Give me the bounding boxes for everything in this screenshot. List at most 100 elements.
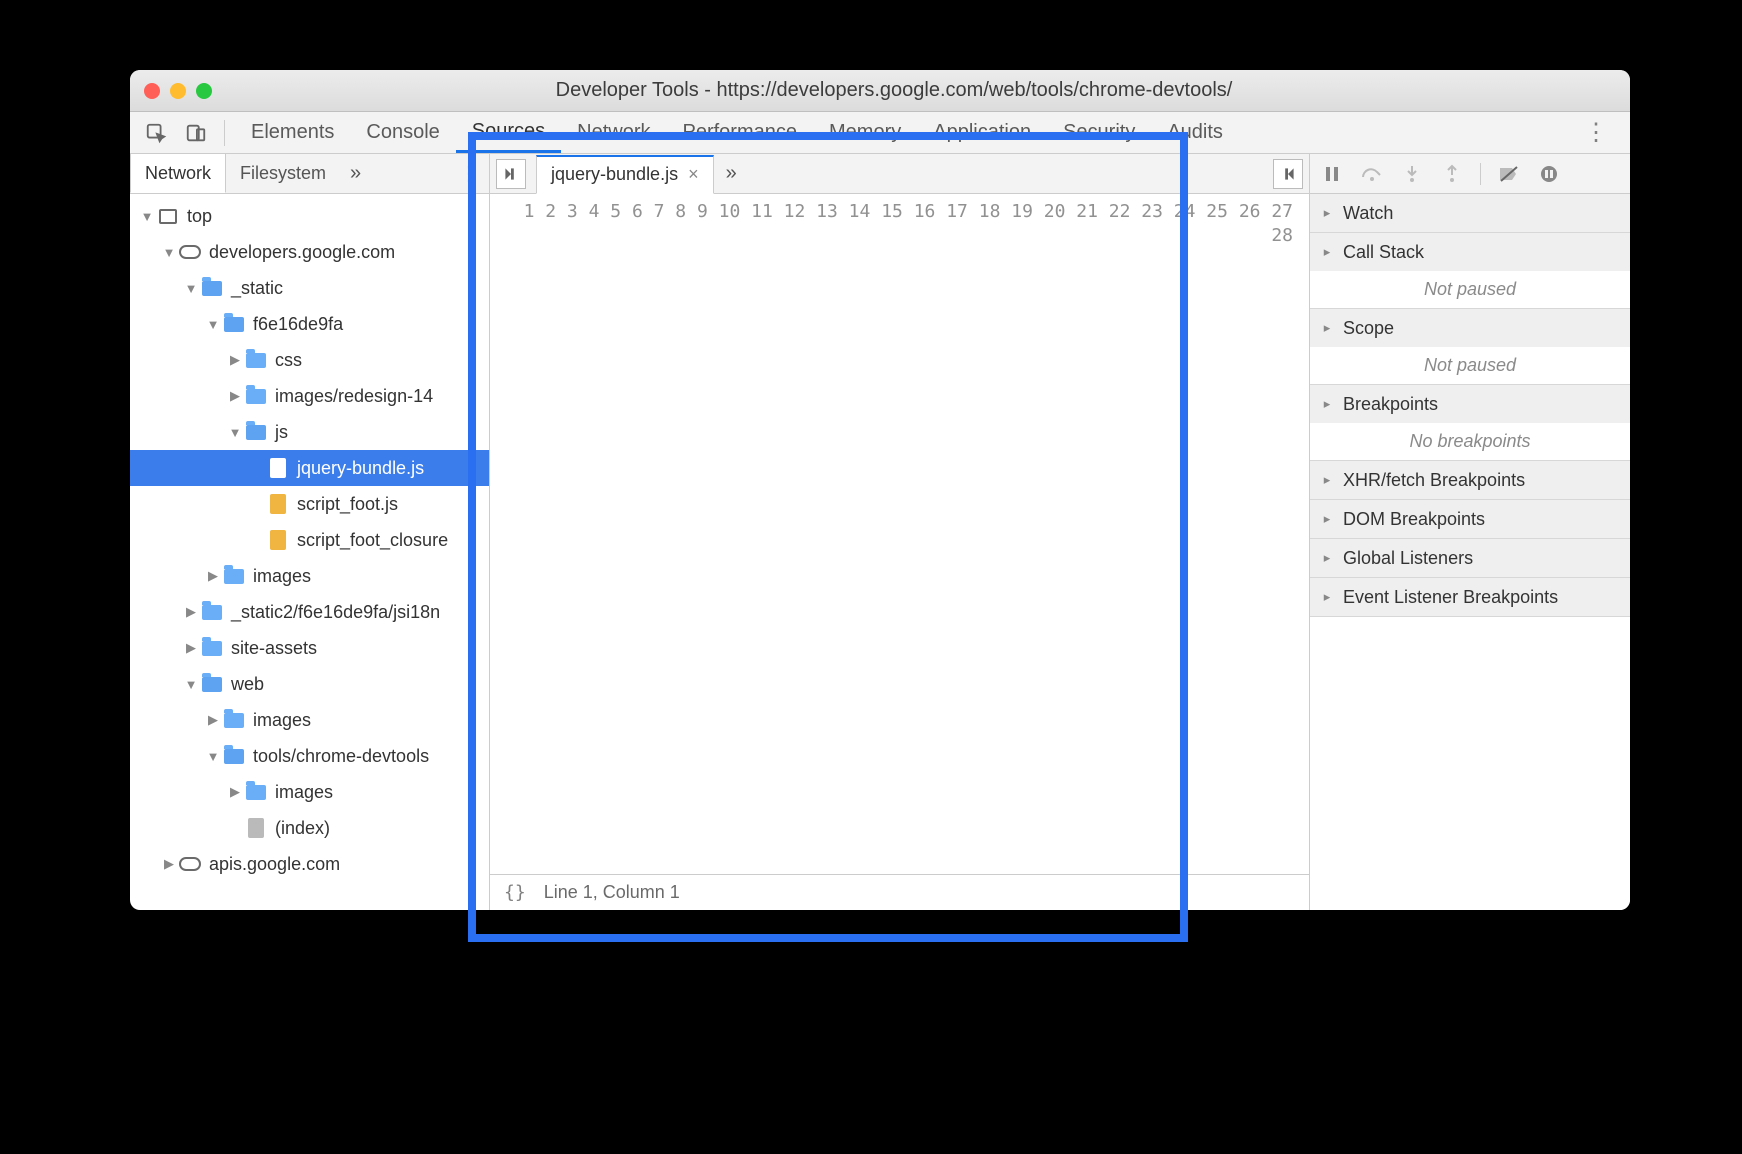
debugger-section-header[interactable]: ▸Watch bbox=[1310, 194, 1630, 232]
tree-row[interactable]: ▶ apis.google.com bbox=[130, 846, 489, 882]
editor-tab-label: jquery-bundle.js bbox=[551, 164, 678, 185]
panel-tab-elements[interactable]: Elements bbox=[235, 112, 350, 153]
pause-on-exceptions-icon[interactable] bbox=[1537, 162, 1561, 186]
step-into-icon[interactable] bbox=[1400, 162, 1424, 186]
expander-icon[interactable]: ▶ bbox=[228, 352, 242, 368]
navigator-more-tabs-icon[interactable]: » bbox=[340, 162, 371, 185]
expander-icon[interactable]: ▶ bbox=[184, 604, 198, 620]
debugger-toolbar bbox=[1310, 154, 1630, 194]
expander-icon[interactable]: ▼ bbox=[184, 281, 198, 296]
deactivate-breakpoints-icon[interactable] bbox=[1497, 162, 1521, 186]
devtools-menu-icon[interactable]: ⋮ bbox=[1570, 118, 1622, 147]
debugger-section-header[interactable]: ▸Call Stack bbox=[1310, 233, 1630, 271]
tree-row[interactable]: ▼developers.google.com bbox=[130, 234, 489, 270]
minimize-window-icon[interactable] bbox=[170, 83, 186, 99]
expander-icon[interactable]: ▶ bbox=[228, 388, 242, 404]
panel-tab-sources[interactable]: Sources bbox=[456, 112, 561, 153]
tree-row[interactable]: ▼tools/chrome-devtools bbox=[130, 738, 489, 774]
expander-icon[interactable]: ▼ bbox=[206, 317, 220, 332]
close-tab-icon[interactable]: × bbox=[688, 164, 699, 185]
debugger-section: ▸Global Listeners bbox=[1310, 539, 1630, 578]
navigator-tab-filesystem[interactable]: Filesystem bbox=[226, 154, 340, 193]
line-gutter: 1 2 3 4 5 6 7 8 9 10 11 12 13 14 15 16 1… bbox=[490, 194, 1303, 874]
debugger-section-header[interactable]: ▸XHR/fetch Breakpoints bbox=[1310, 461, 1630, 499]
divider bbox=[1480, 163, 1481, 185]
panel-tab-audits[interactable]: Audits bbox=[1151, 112, 1239, 153]
debugger-section-header[interactable]: ▸Global Listeners bbox=[1310, 539, 1630, 577]
device-toolbar-icon[interactable] bbox=[178, 117, 214, 149]
inspect-element-icon[interactable] bbox=[138, 117, 174, 149]
editor-tab[interactable]: jquery-bundle.js × bbox=[536, 155, 714, 194]
panel-tab-performance[interactable]: Performance bbox=[667, 112, 814, 153]
devtools-window: Developer Tools - https://developers.goo… bbox=[130, 70, 1630, 910]
tree-row[interactable]: ▶images bbox=[130, 558, 489, 594]
step-over-icon[interactable] bbox=[1360, 162, 1384, 186]
code-editor[interactable]: 1 2 3 4 5 6 7 8 9 10 11 12 13 14 15 16 1… bbox=[490, 194, 1309, 874]
expander-icon[interactable]: ▶ bbox=[228, 784, 242, 800]
editor-nav-prev-icon[interactable] bbox=[496, 159, 526, 189]
tree-row[interactable]: ▶ site-assets bbox=[130, 630, 489, 666]
tree-row[interactable]: ▶images/redesign-14 bbox=[130, 378, 489, 414]
editor-nav-next-icon[interactable] bbox=[1273, 159, 1303, 189]
tree-row[interactable]: ▼ top bbox=[130, 198, 489, 234]
tree-label: top bbox=[187, 206, 212, 227]
tree-label: site-assets bbox=[231, 638, 317, 659]
expander-icon[interactable]: ▼ bbox=[184, 677, 198, 692]
tree-label: images bbox=[253, 710, 311, 731]
tree-row[interactable]: ▶images bbox=[130, 774, 489, 810]
tree-row[interactable]: ▼f6e16de9fa bbox=[130, 306, 489, 342]
titlebar: Developer Tools - https://developers.goo… bbox=[130, 70, 1630, 112]
expander-icon[interactable]: ▼ bbox=[206, 749, 220, 764]
editor-more-tabs-icon[interactable]: » bbox=[714, 162, 749, 185]
expander-icon[interactable]: ▶ bbox=[206, 712, 220, 728]
pause-resume-icon[interactable] bbox=[1320, 162, 1344, 186]
tree-row[interactable]: jquery-bundle.js bbox=[130, 450, 489, 486]
navigator-menu-icon[interactable]: ⋮ bbox=[449, 161, 489, 186]
debugger-section-header[interactable]: ▸Scope bbox=[1310, 309, 1630, 347]
panel-tab-security[interactable]: Security bbox=[1047, 112, 1151, 153]
panel-tab-memory[interactable]: Memory bbox=[813, 112, 917, 153]
tree-label: js bbox=[275, 422, 288, 443]
debugger-section: ▸Call StackNot paused bbox=[1310, 233, 1630, 309]
expander-icon[interactable]: ▶ bbox=[184, 640, 198, 656]
tree-row[interactable]: ▼ js bbox=[130, 414, 489, 450]
debugger-section-header[interactable]: ▸DOM Breakpoints bbox=[1310, 500, 1630, 538]
editor-statusbar: {} Line 1, Column 1 bbox=[490, 874, 1309, 910]
tree-row[interactable]: ▼_static bbox=[130, 270, 489, 306]
expander-icon[interactable]: ▶ bbox=[206, 568, 220, 584]
tree-row[interactable]: ▼web bbox=[130, 666, 489, 702]
tree-row[interactable]: ▶ images bbox=[130, 702, 489, 738]
code-content[interactable]: //third_party/javascript/jquery2/jquery2… bbox=[1303, 194, 1309, 874]
expander-icon[interactable]: ▼ bbox=[140, 209, 154, 224]
file-tree[interactable]: ▼ top ▼developers.google.com▼_static▼f6e16… bbox=[130, 194, 489, 910]
debugger-section: ▸Watch bbox=[1310, 194, 1630, 233]
tree-row[interactable]: script_foot.js bbox=[130, 486, 489, 522]
navigator-tab-network[interactable]: Network bbox=[130, 154, 226, 193]
tree-label: apis.google.com bbox=[209, 854, 340, 875]
debugger-section: ▸DOM Breakpoints bbox=[1310, 500, 1630, 539]
tree-row[interactable]: script_foot_closure bbox=[130, 522, 489, 558]
panel-tab-application[interactable]: Application bbox=[917, 112, 1047, 153]
expander-icon[interactable]: ▼ bbox=[228, 425, 242, 440]
tree-row[interactable]: (index) bbox=[130, 810, 489, 846]
debugger-section-body: No breakpoints bbox=[1310, 423, 1630, 460]
expander-icon[interactable]: ▼ bbox=[162, 245, 176, 260]
panel-tab-network[interactable]: Network bbox=[561, 112, 666, 153]
debugger-section-header[interactable]: ▸Breakpoints bbox=[1310, 385, 1630, 423]
navigator-pane: NetworkFilesystem » ⋮ ▼ top ▼developers.go… bbox=[130, 154, 490, 910]
expander-icon[interactable]: ▶ bbox=[162, 856, 176, 872]
navigator-tabs: NetworkFilesystem » ⋮ bbox=[130, 154, 489, 194]
tree-label: script_foot.js bbox=[297, 494, 398, 515]
tree-label: _static2/f6e16de9fa/jsi18n bbox=[231, 602, 440, 623]
tree-row[interactable]: ▶ _static2/f6e16de9fa/jsi18n bbox=[130, 594, 489, 630]
pretty-print-icon[interactable]: {} bbox=[504, 882, 526, 903]
debugger-section-header[interactable]: ▸Event Listener Breakpoints bbox=[1310, 578, 1630, 616]
chevron-icon: ▸ bbox=[1320, 320, 1334, 336]
panel-tab-console[interactable]: Console bbox=[350, 112, 455, 153]
zoom-window-icon[interactable] bbox=[196, 83, 212, 99]
chevron-icon: ▸ bbox=[1320, 244, 1334, 260]
tree-row[interactable]: ▶css bbox=[130, 342, 489, 378]
devtools-panel-tabs: ElementsConsoleSourcesNetworkPerformance… bbox=[130, 112, 1630, 154]
step-out-icon[interactable] bbox=[1440, 162, 1464, 186]
close-window-icon[interactable] bbox=[144, 83, 160, 99]
